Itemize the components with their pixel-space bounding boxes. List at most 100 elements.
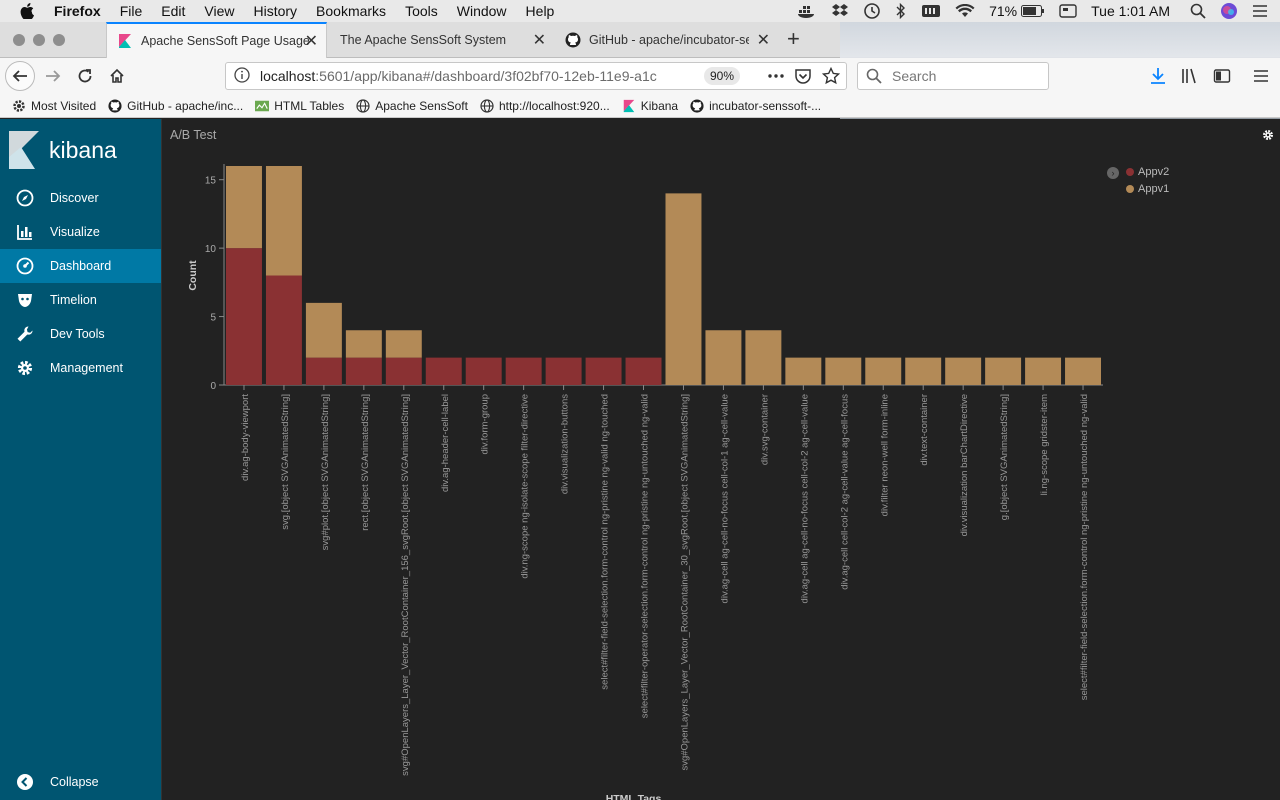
close-icon[interactable]: ✕ xyxy=(757,30,770,50)
search-bar[interactable]: Search xyxy=(857,62,1049,90)
tables-icon xyxy=(255,99,270,113)
reload-button[interactable] xyxy=(73,64,97,88)
bookmark-most-visited[interactable]: Most Visited xyxy=(12,99,96,113)
sidebar-item-label: Timelion xyxy=(50,293,97,307)
sidebar-toggle-icon[interactable] xyxy=(1210,64,1234,88)
window-minimize-button[interactable] xyxy=(33,34,45,46)
x-tick-label: div.svg-container xyxy=(759,394,770,465)
bar-appv1 xyxy=(1065,357,1101,385)
sidebar-item-dev-tools[interactable]: Dev Tools xyxy=(0,317,161,351)
menu-view[interactable]: View xyxy=(204,3,234,19)
sidebar-item-timelion[interactable]: Timelion xyxy=(0,283,161,317)
dropbox-icon[interactable] xyxy=(831,3,849,19)
siri-icon[interactable] xyxy=(1220,2,1238,20)
clock[interactable]: Tue 1:01 AM xyxy=(1091,3,1170,19)
bookmark-label: HTML Tables xyxy=(274,98,345,113)
bookmark-apache-senssoft[interactable]: Apache SensSoft xyxy=(356,99,468,113)
legend-dot xyxy=(1126,167,1134,176)
menu-app-firefox[interactable]: Firefox xyxy=(54,3,101,19)
legend-toggle-icon[interactable]: › xyxy=(1107,167,1119,179)
x-tick-label: div.visualization barChartDirective xyxy=(959,394,970,536)
x-tick-label: g.[object SVGAnimatedString] xyxy=(999,394,1010,520)
macos-menu-bar: Firefox File Edit View History Bookmarks… xyxy=(0,0,1280,22)
legend-item-appv1[interactable]: Appv1 xyxy=(1126,180,1169,197)
menu-file[interactable]: File xyxy=(120,3,143,19)
menu-help[interactable]: Help xyxy=(526,3,555,19)
kibana-logo[interactable]: kibana xyxy=(9,131,117,169)
window-close-button[interactable] xyxy=(13,34,25,46)
screen-icon[interactable] xyxy=(1059,4,1077,18)
new-tab-button[interactable]: + xyxy=(787,26,800,52)
close-icon[interactable]: ✕ xyxy=(533,30,546,50)
apple-icon[interactable] xyxy=(20,3,34,19)
site-info-icon[interactable] xyxy=(234,66,250,86)
bookmark-github[interactable]: GitHub - apache/inc... xyxy=(108,99,243,113)
navigation-bar: localhost:5601/app/kibana#/dashboard/3f0… xyxy=(0,58,1280,94)
x-tick-label: div.ag-cell cell-col-2 ag-cell-value ag-… xyxy=(839,394,850,590)
bar-appv1 xyxy=(265,166,302,276)
bookmark-star-icon[interactable] xyxy=(821,66,841,88)
x-tick-label: div.visualization-buttons xyxy=(560,394,571,494)
bar-appv2 xyxy=(505,357,542,385)
bookmark-incubator-senssoft[interactable]: incubator-senssoft-... xyxy=(690,99,821,113)
bluetooth-icon[interactable] xyxy=(895,3,907,19)
github-icon xyxy=(108,98,122,113)
spotlight-search-icon[interactable] xyxy=(1190,3,1206,19)
legend-item-appv2[interactable]: Appv2 xyxy=(1126,163,1169,180)
bookmark-html-tables[interactable]: HTML Tables xyxy=(255,99,344,113)
more-actions-icon[interactable] xyxy=(767,67,785,88)
bookmark-kibana[interactable]: Kibana xyxy=(622,99,678,113)
menu-history[interactable]: History xyxy=(253,3,297,19)
bar-appv2 xyxy=(425,357,462,385)
bookmark-label: incubator-senssoft-... xyxy=(709,98,822,113)
x-tick-label: div.ag-cell ag-cell-no-focus cell-col-2 … xyxy=(799,394,810,603)
zoom-level[interactable]: 90% xyxy=(704,67,741,85)
battery-icon[interactable] xyxy=(1021,5,1045,17)
wrench-icon xyxy=(15,325,35,343)
sidebar-item-management[interactable]: Management xyxy=(0,351,161,385)
url-bar[interactable]: localhost:5601/app/kibana#/dashboard/3f0… xyxy=(225,62,847,90)
sidebar-collapse-button[interactable]: Collapse xyxy=(0,765,161,799)
window-zoom-button[interactable] xyxy=(53,34,65,46)
downloads-icon[interactable] xyxy=(1146,64,1170,88)
bar-appv1 xyxy=(665,193,702,385)
menu-window[interactable]: Window xyxy=(457,3,507,19)
kibana-logo-icon xyxy=(9,131,39,169)
gear-icon xyxy=(12,99,26,113)
sidebar-item-discover[interactable]: Discover xyxy=(0,181,161,215)
bar-appv1 xyxy=(785,357,822,385)
library-icon[interactable] xyxy=(1178,64,1202,88)
back-button[interactable] xyxy=(5,61,35,91)
close-icon[interactable]: ✕ xyxy=(305,31,318,51)
bar-appv2 xyxy=(385,357,422,385)
wifi-icon[interactable] xyxy=(955,4,975,18)
menu-edit[interactable]: Edit xyxy=(161,3,185,19)
menu-list-icon[interactable] xyxy=(1252,4,1268,18)
sidebar-item-dashboard[interactable]: Dashboard xyxy=(0,249,161,283)
menu-tools[interactable]: Tools xyxy=(405,3,438,19)
forward-button[interactable] xyxy=(41,64,65,88)
hamburger-menu-icon[interactable] xyxy=(1249,64,1273,88)
menu-bookmarks[interactable]: Bookmarks xyxy=(316,3,386,19)
tab-github[interactable]: GitHub - apache/incubator-sen ✕ xyxy=(555,22,778,58)
x-tick-label: svg#OpenLayers_Layer_Vector_RootContaine… xyxy=(400,394,411,776)
tab-title: GitHub - apache/incubator-sen xyxy=(589,33,749,47)
pocket-icon[interactable] xyxy=(794,67,812,88)
collapse-arrow-icon xyxy=(15,773,35,791)
url-text[interactable]: localhost:5601/app/kibana#/dashboard/3f0… xyxy=(260,68,690,84)
keyboard-icon[interactable] xyxy=(921,4,941,18)
time-machine-icon[interactable] xyxy=(863,2,881,20)
url-host: localhost xyxy=(260,68,316,84)
bookmark-label: Apache SensSoft xyxy=(375,98,468,113)
bookmark-localhost[interactable]: http://localhost:920... xyxy=(480,99,610,113)
sidebar-item-visualize[interactable]: Visualize xyxy=(0,215,161,249)
bookmark-label: Kibana xyxy=(640,98,679,113)
tab-page-usage[interactable]: Apache SensSoft Page Usage D ✕ xyxy=(106,22,327,58)
x-axis-title: HTML Tags xyxy=(606,793,662,800)
bar-appv2 xyxy=(305,357,342,385)
x-tick-label: div.filter neon-well form-inline xyxy=(879,394,890,516)
tab-senssoft-system[interactable]: The Apache SensSoft System ✕ xyxy=(328,22,554,58)
dashboard-panel: A/B Test 0 5 10 15 Count div.ag-body-viewport… xyxy=(161,119,1280,800)
home-button[interactable] xyxy=(105,64,129,88)
docker-icon[interactable] xyxy=(797,4,817,18)
